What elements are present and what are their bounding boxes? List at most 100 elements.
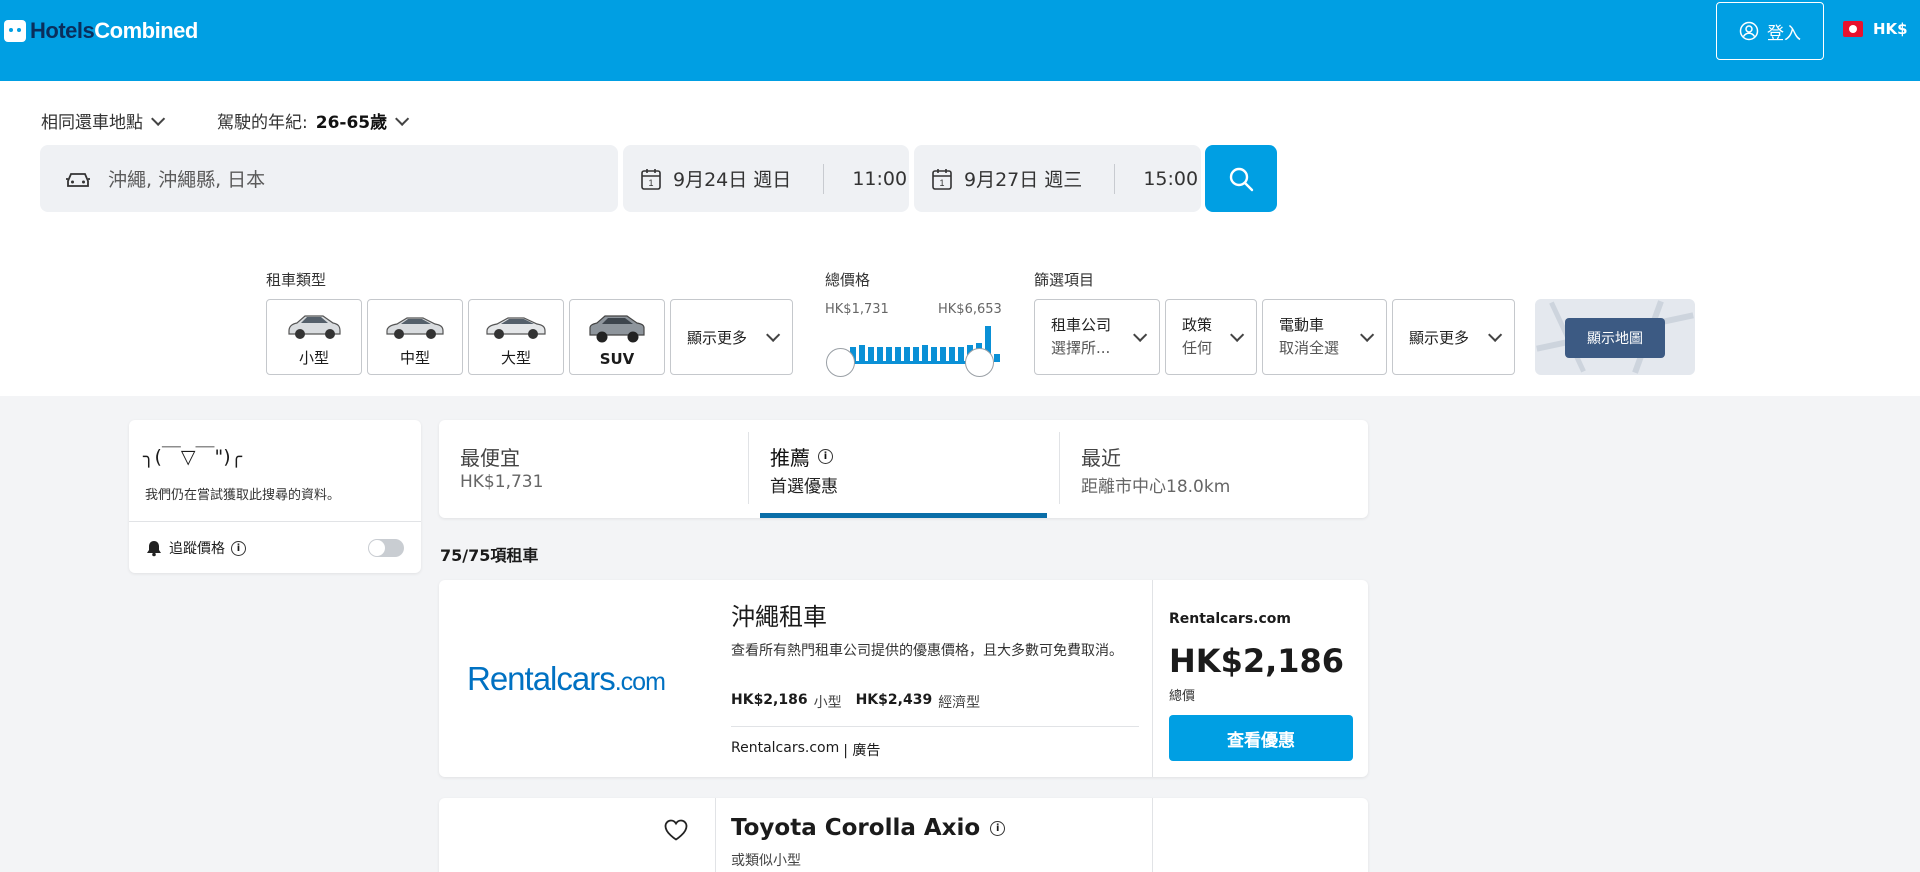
histogram-bar — [913, 347, 919, 362]
car-type-small[interactable]: 小型 — [266, 299, 362, 375]
chevron-down-icon — [1488, 327, 1503, 342]
driver-age-value: 26-65歲 — [315, 113, 388, 133]
filter-more-label: 顯示更多 — [1409, 328, 1470, 347]
login-button[interactable]: 登入 — [1716, 2, 1824, 60]
car-large-icon — [486, 317, 546, 339]
policy-label: 政策 — [1182, 316, 1213, 334]
ad-provider: Rentalcars.com — [1169, 611, 1291, 627]
histogram-bar — [868, 347, 874, 362]
track-price-toggle[interactable] — [368, 539, 404, 557]
ad-footer-site: Rentalcars.com — [731, 740, 840, 756]
price-label: 總價格 — [825, 271, 871, 289]
divider — [1152, 580, 1153, 777]
price-slider-max-handle[interactable] — [965, 348, 994, 377]
car-title[interactable]: Toyota Corolla Axio — [731, 815, 980, 841]
location-input[interactable]: 沖繩, 沖繩縣, 日本 — [40, 145, 618, 212]
info-icon[interactable]: i — [818, 449, 833, 464]
user-icon — [1739, 21, 1759, 41]
dropoff-date: 9月27日 週三 — [964, 169, 1083, 191]
car-suv-icon — [589, 315, 645, 343]
car-result-card[interactable]: Toyota Corolla Axio i 或類似小型 — [439, 798, 1368, 872]
bell-icon — [147, 541, 161, 557]
return-location-label: 相同還車地點 — [41, 113, 143, 133]
info-icon[interactable]: i — [990, 820, 1006, 836]
policy-dropdown[interactable]: 政策 任何 — [1165, 299, 1257, 375]
ad-type-2: 經濟型 — [938, 695, 981, 711]
currency-selector[interactable]: HK$ — [1843, 20, 1908, 38]
car-type-medium[interactable]: 中型 — [367, 299, 463, 375]
car-icon — [66, 172, 90, 187]
loading-message: 我們仍在嘗試獲取此搜尋的資料。 — [145, 488, 341, 503]
ad-footer-label: | 廣告 — [843, 743, 881, 759]
calendar-icon: 1 — [641, 168, 661, 190]
top-header: HotelsCombined 登入 HK$ — [0, 0, 1920, 81]
chevron-down-icon — [766, 327, 781, 342]
tab-nearest-title: 最近 — [1081, 446, 1121, 470]
rentalcars-logo: Rentalcars.com — [467, 660, 666, 698]
logo-text-1: Hotels — [30, 18, 95, 43]
ad-type-1: 小型 — [813, 695, 842, 711]
car-type-large-label: 大型 — [500, 349, 531, 367]
logo-icon — [4, 20, 26, 42]
chevron-down-icon — [1360, 327, 1375, 342]
hk-flag-icon — [1843, 21, 1863, 37]
login-label: 登入 — [1767, 23, 1801, 44]
dropoff-time[interactable]: 15:00 — [1143, 168, 1198, 190]
histogram-bar — [931, 347, 937, 362]
info-icon[interactable]: i — [231, 540, 246, 556]
histogram-bar — [994, 354, 1000, 362]
show-map-button[interactable]: 顯示地圖 — [1565, 318, 1665, 358]
logo-name: Rentalcars — [467, 660, 616, 697]
car-type-large[interactable]: 大型 — [468, 299, 564, 375]
svg-text:1: 1 — [939, 178, 944, 188]
car-type-small-label: 小型 — [298, 349, 329, 367]
price-slider-min-handle[interactable] — [826, 348, 855, 377]
company-dropdown[interactable]: 租車公司 選擇所... — [1034, 299, 1160, 375]
kaomoji-text: ╮(￣▽￣")╭ — [143, 446, 243, 468]
return-location-dropdown[interactable]: 相同還車地點 — [41, 108, 166, 133]
histogram-bar — [877, 347, 883, 362]
chevron-down-icon — [1133, 327, 1148, 342]
chevron-down-icon — [151, 111, 166, 126]
divider — [715, 798, 716, 872]
ev-dropdown[interactable]: 電動車 取消全選 — [1262, 299, 1387, 375]
ad-title[interactable]: 沖繩租車 — [731, 597, 827, 632]
histogram-bar — [949, 347, 955, 362]
see-deal-button[interactable]: 查看優惠 — [1169, 715, 1353, 761]
car-type-more-label: 顯示更多 — [687, 328, 748, 347]
logo-text-2: Combined — [94, 18, 198, 43]
ad-price-note: 總價 — [1169, 689, 1196, 704]
ad-description: 查看所有熱門租車公司提供的優惠價格，且大多數可免費取消。 — [731, 643, 1123, 659]
divider — [823, 163, 825, 194]
divider — [1059, 432, 1060, 504]
pickup-date-field[interactable]: 1 9月24日 週日 11:00 — [623, 145, 909, 212]
policy-value: 任何 — [1182, 339, 1213, 357]
histogram-bar — [940, 347, 946, 362]
price-slider-track — [842, 361, 980, 364]
dropoff-date-field[interactable]: 1 9月27日 週三 15:00 — [914, 145, 1201, 212]
track-price-label: 追蹤價格 — [169, 541, 225, 557]
currency-label: HK$ — [1873, 20, 1908, 38]
divider — [748, 432, 749, 504]
svg-text:1: 1 — [648, 178, 653, 188]
search-button[interactable] — [1205, 145, 1277, 212]
car-type-suv[interactable]: SUV — [569, 299, 665, 375]
logo[interactable]: HotelsCombined — [4, 18, 198, 44]
histogram-bar — [958, 347, 964, 362]
map-preview[interactable]: 顯示地圖 — [1535, 299, 1695, 375]
tab-recommended-title: 推薦 — [770, 446, 810, 470]
company-label: 租車公司 — [1051, 316, 1112, 334]
divider — [1114, 163, 1116, 194]
pickup-time[interactable]: 11:00 — [852, 168, 907, 190]
driver-age-dropdown[interactable]: 駕駛的年紀: 26-65歲 — [217, 108, 410, 133]
histogram-bar — [859, 345, 865, 362]
heart-icon[interactable] — [663, 818, 689, 842]
filter-more-dropdown[interactable]: 顯示更多 — [1392, 299, 1515, 375]
tab-cheapest-sub: HK$1,731 — [460, 472, 544, 492]
chevron-down-icon — [395, 111, 410, 126]
car-type-label: 租車類型 — [266, 271, 327, 289]
location-value: 沖繩, 沖繩縣, 日本 — [108, 169, 266, 191]
ad-price-2: HK$2,439 — [855, 692, 933, 708]
sort-tabs — [439, 420, 1368, 518]
car-type-more-dropdown[interactable]: 顯示更多 — [670, 299, 793, 375]
